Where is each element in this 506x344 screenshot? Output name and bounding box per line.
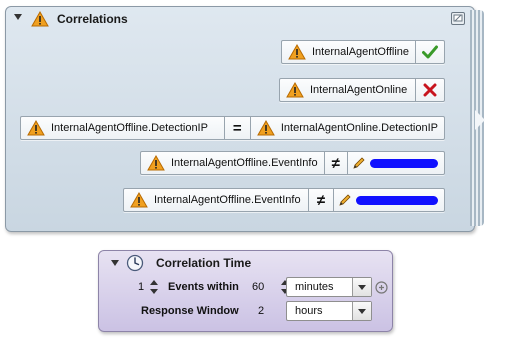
response-unit-select[interactable]: hours: [286, 301, 372, 321]
right-field: InternalAgentOnline.DetectionIP: [280, 122, 438, 134]
correlation-row[interactable]: InternalAgentOffline.EventInfo ≠: [123, 188, 445, 212]
redacted-value: [370, 158, 438, 168]
warning-icon: [130, 192, 148, 208]
panel-title: Correlation Time: [156, 256, 252, 270]
panel-options-icon[interactable]: [451, 12, 465, 25]
events-count-value: 1: [138, 281, 145, 293]
dropdown-arrow[interactable]: [352, 302, 371, 320]
panel-connector-arrow: [475, 110, 485, 130]
warning-icon: [256, 120, 275, 136]
event-name: InternalAgentOnline: [310, 84, 408, 96]
window-value: 60: [252, 281, 265, 293]
window-unit-select[interactable]: minutes: [286, 277, 372, 297]
pencil-icon: [353, 157, 365, 169]
event-name: InternalAgentOffline: [312, 46, 410, 58]
chevron-down-icon: [358, 308, 366, 314]
left-field: InternalAgentOffline.DetectionIP: [51, 122, 208, 134]
left-field: InternalAgentOffline.EventInfo: [154, 194, 301, 206]
x-icon: [423, 83, 437, 97]
correlation-row[interactable]: InternalAgentOffline.DetectionIP = Inter…: [20, 116, 445, 140]
warning-icon: [27, 120, 45, 136]
events-within-label: Events within: [168, 281, 239, 293]
chevron-down-icon: [358, 284, 366, 290]
window-unit-value: minutes: [295, 281, 334, 293]
correlation-row[interactable]: InternalAgentOnline: [279, 78, 445, 102]
left-field: InternalAgentOffline.EventInfo: [171, 157, 318, 169]
pencil-icon: [339, 194, 351, 206]
panel-title: Correlations: [57, 12, 128, 26]
warning-icon: [288, 44, 306, 60]
value-editor[interactable]: [333, 189, 444, 211]
link-icon[interactable]: [375, 281, 388, 294]
value-editor[interactable]: [347, 152, 444, 174]
response-window-value: 2: [258, 305, 265, 317]
correlation-row[interactable]: InternalAgentOffline.EventInfo ≠: [140, 151, 445, 175]
collapse-triangle-icon[interactable]: [14, 14, 22, 20]
status-cell[interactable]: [415, 41, 444, 63]
redacted-value: [356, 195, 438, 205]
status-cell[interactable]: [415, 79, 444, 101]
clock-icon: [126, 254, 144, 272]
check-icon: [422, 45, 439, 59]
operator-equals[interactable]: =: [223, 117, 250, 139]
operator-not-equals[interactable]: ≠: [323, 152, 347, 174]
correlation-row[interactable]: InternalAgentOffline: [281, 40, 445, 64]
warning-icon: [286, 82, 304, 98]
response-window-label: Response Window: [141, 305, 239, 317]
response-unit-value: hours: [295, 305, 323, 317]
collapse-triangle-icon[interactable]: [111, 260, 119, 266]
dropdown-arrow[interactable]: [352, 278, 371, 296]
warning-icon: [31, 11, 49, 27]
operator-not-equals[interactable]: ≠: [307, 189, 333, 211]
warning-icon: [147, 155, 165, 171]
events-count-stepper[interactable]: [150, 279, 158, 295]
